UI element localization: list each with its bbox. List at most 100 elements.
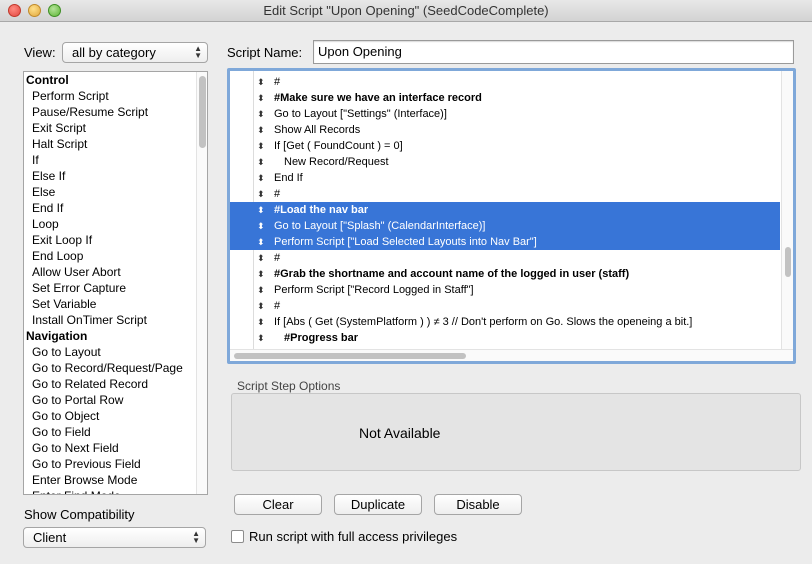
reorder-handle-icon[interactable]: ⬍ [257,298,265,314]
not-available-text: Not Available [359,425,441,441]
step-item[interactable]: Halt Script [24,136,207,152]
step-item[interactable]: Exit Script [24,120,207,136]
reorder-handle-icon[interactable]: ⬍ [257,186,265,202]
step-item[interactable]: Go to Layout [24,344,207,360]
reorder-handle-icon[interactable]: ⬍ [257,122,265,138]
clear-button[interactable]: Clear [234,494,322,515]
step-item[interactable]: Go to Object [24,408,207,424]
step-item[interactable]: Else [24,184,207,200]
reorder-handle-icon[interactable]: ⬍ [257,138,265,154]
script-line-text: #Grab the shortname and account name of … [274,268,630,280]
compatibility-popup-value: Client [33,530,67,545]
step-item[interactable]: Go to Field [24,424,207,440]
minimize-window-icon[interactable] [28,4,41,17]
view-popup-value: all by category [72,45,156,60]
step-item[interactable]: Pause/Resume Script [24,104,207,120]
step-item[interactable]: Set Error Capture [24,280,207,296]
script-vscrollbar[interactable] [781,71,793,361]
step-item[interactable]: Loop [24,216,207,232]
script-step-options-box: Not Available [231,393,801,471]
step-item[interactable]: Go to Next Field [24,440,207,456]
steps-scroll-thumb[interactable] [199,76,206,148]
zoom-window-icon[interactable] [48,4,61,17]
reorder-handle-icon[interactable]: ⬍ [257,202,265,218]
script-line[interactable]: ⬍ # [230,74,780,90]
script-line[interactable]: ⬍ If [Get ( FoundCount ) = 0] [230,138,780,154]
script-line-text: # [274,300,281,312]
updown-arrows-icon: ▲ ▼ [194,44,202,60]
step-item[interactable]: Allow User Abort [24,264,207,280]
full-access-checkbox[interactable] [231,530,244,543]
reorder-handle-icon[interactable]: ⬍ [257,266,265,282]
reorder-handle-icon[interactable]: ⬍ [257,218,265,234]
script-line[interactable]: ⬍ #Progress bar [230,330,780,346]
script-line[interactable]: ⬍ Perform Script ["Load Selected Layouts … [230,234,780,250]
script-line[interactable]: ⬍ End If [230,170,780,186]
script-line[interactable]: ⬍ #Grab the shortname and account name of… [230,266,780,282]
step-item[interactable]: End Loop [24,248,207,264]
script-line[interactable]: ⬍ # [230,298,780,314]
reorder-handle-icon[interactable]: ⬍ [257,90,265,106]
reorder-handle-icon[interactable]: ⬍ [257,282,265,298]
script-line[interactable]: ⬍ If [Abs ( Get (SystemPlatform ) ) ≠ 3 /… [230,314,780,330]
reorder-handle-icon[interactable]: ⬍ [257,74,265,90]
script-name-field[interactable]: Upon Opening [313,40,794,64]
script-line-text: # [274,76,281,88]
window-title: Edit Script "Upon Opening" (SeedCodeComp… [263,3,549,18]
step-category[interactable]: Navigation [24,328,207,344]
reorder-handle-icon[interactable]: ⬍ [257,154,265,170]
script-line[interactable]: ⬍ Go to Layout ["Settings" (Interface)] [230,106,780,122]
updown-arrows-icon: ▲ ▼ [192,529,200,545]
step-item[interactable]: Go to Record/Request/Page [24,360,207,376]
script-line-text: #Progress bar [284,332,358,344]
script-hscrollbar[interactable] [230,349,793,361]
script-line[interactable]: ⬍ # [230,250,780,266]
script-line[interactable]: ⬍ #Make sure we have an interface record [230,90,780,106]
script-line-text: # [274,188,281,200]
reorder-handle-icon[interactable]: ⬍ [257,106,265,122]
close-window-icon[interactable] [8,4,21,17]
script-vscroll-thumb[interactable] [785,247,791,277]
script-line[interactable]: ⬍ Perform Script ["Record Logged in Staff… [230,282,780,298]
disable-button[interactable]: Disable [434,494,522,515]
reorder-handle-icon[interactable]: ⬍ [257,234,265,250]
show-compatibility-label: Show Compatibility [24,507,135,522]
step-item[interactable]: End If [24,200,207,216]
steps-scrollbar[interactable] [196,72,207,494]
script-line[interactable]: ⬍ Show All Records [230,122,780,138]
script-line-text: Go to Layout ["Settings" (Interface)] [274,108,447,120]
script-line[interactable]: ⬍ #Load the nav bar [230,202,780,218]
step-item[interactable]: Else If [24,168,207,184]
script-line-text: Perform Script ["Load Selected Layouts i… [274,236,537,248]
view-label: View: [24,45,56,60]
script-line-text: Perform Script ["Record Logged in Staff"… [274,284,474,296]
step-item[interactable]: Exit Loop If [24,232,207,248]
step-category[interactable]: Control [24,72,207,88]
step-item[interactable]: If [24,152,207,168]
reorder-handle-icon[interactable]: ⬍ [257,250,265,266]
step-item[interactable]: Go to Previous Field [24,456,207,472]
view-popup[interactable]: all by category ▲ ▼ [62,42,208,63]
step-item[interactable]: Enter Find Mode [24,488,207,494]
reorder-handle-icon[interactable]: ⬍ [257,330,265,346]
step-item[interactable]: Go to Related Record [24,376,207,392]
reorder-handle-icon[interactable]: ⬍ [257,170,265,186]
reorder-handle-icon[interactable]: ⬍ [257,314,265,330]
script-hscroll-thumb[interactable] [234,353,466,359]
script-line[interactable]: ⬍ New Record/Request [230,154,780,170]
script-line[interactable]: ⬍ Go to Layout ["Splash" (CalendarInterfa… [230,218,780,234]
step-item[interactable]: Install OnTimer Script [24,312,207,328]
script-step-options-label: Script Step Options [237,379,341,393]
step-item[interactable]: Go to Portal Row [24,392,207,408]
script-editor[interactable]: ⬍ # ⬍ #Make sure we have an interface recor… [227,68,796,364]
step-item[interactable]: Set Variable [24,296,207,312]
duplicate-button[interactable]: Duplicate [334,494,422,515]
script-line-text: New Record/Request [284,156,389,168]
full-access-label: Run script with full access privileges [249,529,458,544]
compatibility-popup[interactable]: Client ▲ ▼ [23,527,206,548]
script-line[interactable]: ⬍ # [230,186,780,202]
step-item[interactable]: Perform Script [24,88,207,104]
script-line-text: # [274,252,281,264]
script-line-text: #Make sure we have an interface record [274,92,482,104]
step-item[interactable]: Enter Browse Mode [24,472,207,488]
